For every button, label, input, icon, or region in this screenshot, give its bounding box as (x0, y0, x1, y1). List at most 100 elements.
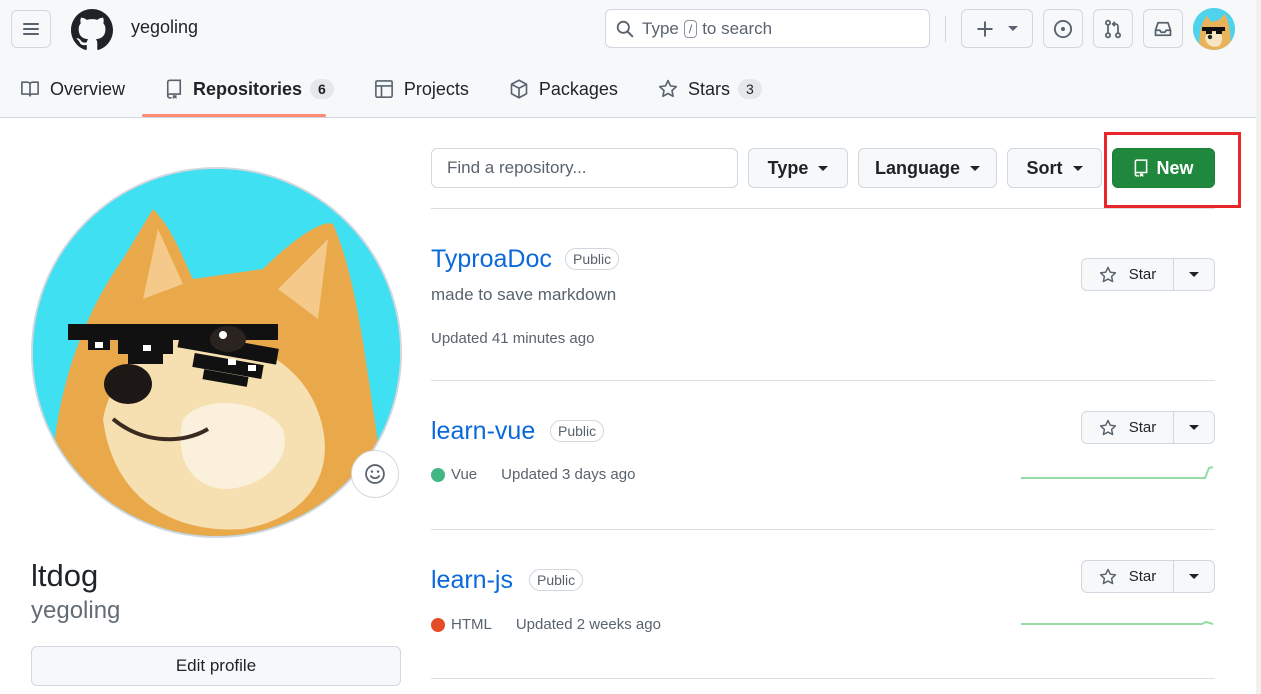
sort-label: Sort (1026, 157, 1063, 178)
star-button[interactable]: Star (1082, 259, 1174, 290)
edit-profile-button[interactable]: Edit profile (31, 646, 401, 686)
star-list-dropdown[interactable] (1174, 561, 1214, 592)
menu-button[interactable] (11, 10, 51, 48)
language-color-dot (431, 617, 445, 632)
profile-tabs: Overview Repositories 6 Projects Package… (0, 66, 782, 118)
divider (431, 529, 1215, 530)
search-prefix: Type (642, 18, 679, 38)
repo-meta: HTML Updated 2 weeks ago (431, 616, 661, 633)
profile-username: yegoling (31, 597, 121, 624)
star-button[interactable]: Star (1082, 561, 1174, 592)
set-status-button[interactable] (351, 450, 399, 498)
tab-overview-label: Overview (50, 78, 126, 99)
sort-button[interactable]: Sort (1007, 148, 1102, 188)
star-icon (658, 79, 677, 98)
chevron-down-icon (1189, 425, 1199, 430)
tab-projects-label: Projects (403, 78, 469, 99)
star-list-dropdown[interactable] (1174, 259, 1214, 290)
language-filter-label: Language (874, 157, 960, 178)
repo-link[interactable]: learn-vue (431, 417, 535, 446)
tab-stars[interactable]: Stars 3 (638, 66, 782, 112)
visibility-badge: Public (565, 248, 620, 270)
tab-packages-label: Packages (538, 78, 618, 99)
repo-icon (166, 79, 182, 99)
issue-opened-icon (1053, 19, 1073, 38)
star-label: Star (1128, 419, 1157, 436)
star-button-group: Star (1081, 258, 1215, 291)
search-shortcut-key: / (683, 19, 698, 38)
tab-packages[interactable]: Packages (489, 66, 638, 112)
chevron-down-icon (1072, 165, 1083, 171)
find-repository-input[interactable]: Find a repository... (431, 148, 738, 188)
profile-avatar[interactable] (31, 167, 402, 538)
chevron-down-icon (970, 165, 980, 171)
book-icon (21, 81, 39, 97)
header-divider (945, 16, 946, 42)
package-icon (510, 79, 528, 99)
activity-sparkline (1021, 620, 1214, 625)
star-icon (1099, 568, 1116, 584)
star-button[interactable]: Star (1082, 412, 1174, 443)
activity-sparkline (1021, 466, 1214, 479)
divider (431, 678, 1215, 679)
chevron-down-icon (1189, 574, 1199, 579)
user-avatar[interactable] (1193, 8, 1235, 50)
star-label: Star (1128, 266, 1157, 283)
repo-link[interactable]: learn-js (431, 566, 513, 595)
divider (431, 208, 1215, 209)
divider (431, 380, 1215, 381)
plus-icon (977, 20, 993, 37)
inbox-icon (1154, 21, 1172, 36)
repo-language: HTML (451, 616, 492, 633)
scrollbar[interactable] (1256, 0, 1261, 694)
star-button-group: Star (1081, 411, 1215, 444)
star-icon (1099, 266, 1116, 282)
smiley-icon (365, 464, 385, 484)
stars-count-badge: 3 (737, 79, 762, 99)
tab-stars-label: Stars (687, 78, 730, 99)
repo-updated: Updated 41 minutes ago (431, 330, 594, 347)
star-label: Star (1128, 568, 1157, 585)
repositories-count-badge: 6 (310, 79, 334, 99)
repo-meta: Vue Updated 3 days ago (431, 466, 635, 483)
pull-requests-button[interactable] (1093, 9, 1133, 48)
table-icon (374, 80, 393, 98)
highlight-annotation (1104, 132, 1241, 208)
star-list-dropdown[interactable] (1174, 412, 1214, 443)
type-filter-label: Type (767, 157, 809, 178)
github-logo-icon[interactable] (71, 9, 113, 51)
search-input[interactable]: Type / to search (605, 9, 930, 48)
chevron-down-icon (1008, 26, 1018, 31)
repo-updated-text: Updated 2 weeks ago (515, 616, 661, 633)
tab-repositories[interactable]: Repositories 6 (145, 66, 354, 112)
top-header: yegoling Type / to search Overview Repos… (0, 0, 1256, 118)
create-new-button[interactable] (961, 9, 1033, 48)
visibility-badge: Public (550, 420, 605, 442)
type-filter-button[interactable]: Type (748, 148, 848, 188)
star-icon (1099, 419, 1116, 435)
issues-button[interactable] (1043, 9, 1083, 48)
hamburger-icon (23, 23, 39, 35)
repo-link[interactable]: TyproaDoc (431, 245, 552, 274)
tab-projects[interactable]: Projects (354, 66, 489, 112)
star-button-group: Star (1081, 560, 1215, 593)
visibility-badge: Public (529, 569, 584, 591)
repo-updated-text: Updated 41 minutes ago (431, 330, 595, 347)
chevron-down-icon (818, 165, 829, 171)
repo-description: made to save markdown (431, 285, 617, 304)
language-color-dot (431, 467, 445, 482)
search-suffix: to search (702, 18, 773, 38)
repo-language: Vue (451, 466, 478, 483)
doge-avatar-icon (33, 169, 400, 536)
doge-avatar-icon (1193, 8, 1235, 50)
tab-repositories-label: Repositories (193, 78, 303, 99)
search-icon (616, 20, 634, 37)
inbox-button[interactable] (1143, 9, 1183, 48)
header-username[interactable]: yegoling (131, 17, 198, 38)
profile-display-name: ltdog (31, 558, 99, 593)
language-filter-button[interactable]: Language (858, 148, 997, 188)
tab-overview[interactable]: Overview (0, 66, 145, 112)
active-tab-indicator (142, 114, 326, 117)
repo-updated-text: Updated 3 days ago (501, 466, 636, 483)
chevron-down-icon (1189, 272, 1199, 277)
